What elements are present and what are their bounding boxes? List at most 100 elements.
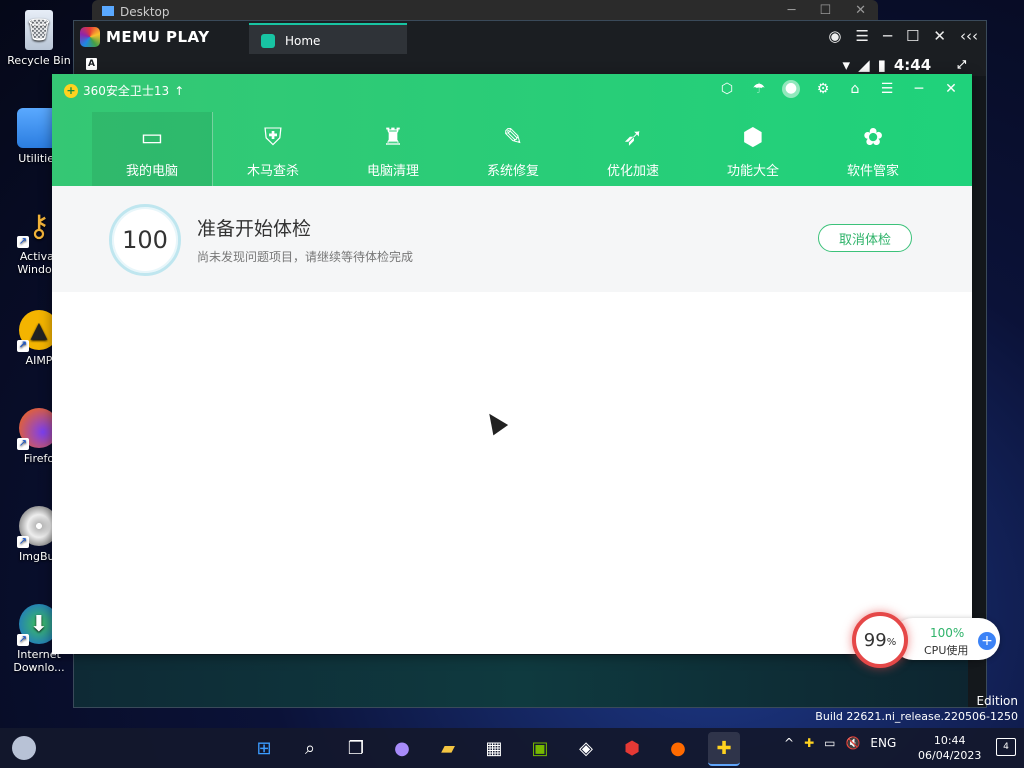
android-status-bar: A ▾ ◢ ▮ 4:44 ⤢ xyxy=(74,54,986,76)
360-security-icon[interactable]: ✚ xyxy=(708,732,740,766)
window-title: Desktop xyxy=(120,5,170,19)
memu-brand: MEMU PLAY xyxy=(106,28,210,46)
search-icon[interactable]: ⌕ xyxy=(294,732,326,764)
taskbar-clock[interactable]: 10:44 06/04/2023 xyxy=(918,733,981,763)
grid-flower-icon: ✿ xyxy=(862,123,884,151)
shortcut-arrow-icon: ↗ xyxy=(17,236,29,248)
close-icon[interactable]: ✕ xyxy=(933,27,946,45)
360-logo-icon: + xyxy=(64,83,78,98)
checkup-subtitle: 尚未发现问题项目，请继续等待体检完成 xyxy=(197,250,414,264)
clock-date: 06/04/2023 xyxy=(918,749,982,762)
nav-label: 功能大全 xyxy=(726,164,779,179)
file-explorer-icon[interactable]: ▰ xyxy=(432,732,464,764)
cube-icon: ⬢ xyxy=(742,123,764,151)
minimize-icon[interactable]: ─ xyxy=(910,81,928,97)
notification-center-icon[interactable]: 4 xyxy=(996,738,1016,756)
app-title: + 360安全卫士13 ↑ xyxy=(64,82,184,99)
rocket-icon: ➶ xyxy=(622,123,644,151)
home-tab-icon xyxy=(261,33,275,48)
upgrade-arrow-icon[interactable]: ↑ xyxy=(174,84,184,98)
shortcut-arrow-icon: ↗ xyxy=(17,438,29,450)
chat-icon[interactable]: ● xyxy=(386,732,418,764)
monitor-icon: ▭ xyxy=(140,123,164,151)
desktop-icon-recycle-bin[interactable]: 🗑 Recycle Bin xyxy=(0,10,78,67)
taskbar: ⊞ ⌕ ❐ ● ▰ ▦ ▣ ◈ ⬢ ● ✚ ^ ✚ ▭ 🔇 ENG 10:44 … xyxy=(0,728,1024,768)
nav-label: 优化加速 xyxy=(606,164,659,179)
wrench-icon: ✎ xyxy=(502,123,524,151)
minimize-icon[interactable]: ─ xyxy=(788,3,796,18)
close-icon[interactable]: ✕ xyxy=(855,3,866,18)
app-360-window[interactable]: + 360安全卫士13 ↑ ⬡ ☂ ● ⚙ ⌂ ☰ ─ ✕ ▭ 我的电脑 ⛨ 木… xyxy=(52,74,972,654)
desktop-icon-label: Recycle Bin xyxy=(7,54,71,67)
health-score: 100 xyxy=(122,226,168,254)
nav-label: 系统修复 xyxy=(486,164,539,179)
skin-icon[interactable]: ⌂ xyxy=(846,81,864,97)
android-wallpaper xyxy=(74,655,968,707)
android-clock: 4:44 xyxy=(893,56,932,74)
clock-time: 10:44 xyxy=(933,734,966,747)
store-icon[interactable]: ▦ xyxy=(478,732,510,764)
nav-label: 我的电脑 xyxy=(125,164,178,179)
maximize-icon[interactable]: ☐ xyxy=(819,3,831,18)
firefox-icon[interactable]: ● xyxy=(662,732,694,764)
nav-cleanup[interactable]: ♜ 电脑清理 xyxy=(333,112,453,186)
settings-icon[interactable]: ⚙ xyxy=(814,81,832,97)
shortcut-arrow-icon: ↗ xyxy=(17,536,29,548)
minimize-icon[interactable]: ─ xyxy=(883,27,892,45)
tab-label: Home xyxy=(285,33,321,48)
weather-icon[interactable] xyxy=(12,736,36,760)
cpu-gauge-unit: % xyxy=(886,636,897,648)
nav-label: 电脑清理 xyxy=(366,164,419,179)
virtualbox-icon[interactable]: ◈ xyxy=(570,732,602,764)
fullscreen-icon[interactable]: ⤢ xyxy=(957,58,966,72)
collapse-sidebar-icon[interactable]: ‹‹‹ xyxy=(960,27,978,45)
nav-label: 软件管家 xyxy=(846,164,899,179)
close-icon[interactable]: ✕ xyxy=(942,81,960,97)
360-tray-icon[interactable]: ✚ xyxy=(804,736,814,750)
nav-trojan-scan[interactable]: ⛨ 木马查杀 xyxy=(213,112,333,186)
cpu-gauge: 99% xyxy=(852,612,908,668)
signal-icon: ◢ xyxy=(858,56,870,74)
build-watermark: Build 22621.ni_release.220506-1250 xyxy=(815,710,1018,723)
background-desktop-window[interactable]: Desktop ─ ☐ ✕ xyxy=(92,0,878,22)
hexagon-bolt-icon[interactable]: ⬡ xyxy=(718,81,736,97)
android-notification-icon: A xyxy=(86,58,97,70)
taskbar-apps: ⊞ ⌕ ❐ ● ▰ ▦ ▣ ◈ ⬢ ● ✚ xyxy=(248,732,740,766)
memu-icon[interactable]: ⬢ xyxy=(616,732,648,764)
cpu-percent: 100% xyxy=(930,626,965,640)
memu-tab-home[interactable]: Home xyxy=(249,23,407,56)
nvidia-icon[interactable]: ▣ xyxy=(524,732,556,764)
menu-icon[interactable]: ☰ xyxy=(878,81,896,97)
user-avatar-icon[interactable]: ● xyxy=(782,80,800,98)
nav-system-repair[interactable]: ✎ 系统修复 xyxy=(453,112,573,186)
language-indicator[interactable]: ENG xyxy=(870,736,896,750)
cpu-usage-widget[interactable]: 99% 100% CPU使用 + xyxy=(852,612,1002,668)
network-icon[interactable]: ▭ xyxy=(824,736,835,750)
add-icon[interactable]: + xyxy=(978,632,996,650)
app-header: + 360安全卫士13 ↑ ⬡ ☂ ● ⚙ ⌂ ☰ ─ ✕ ▭ 我的电脑 ⛨ 木… xyxy=(52,74,972,186)
nav-my-computer[interactable]: ▭ 我的电脑 xyxy=(92,112,213,186)
task-view-icon[interactable]: ❐ xyxy=(340,732,372,764)
main-nav: ▭ 我的电脑 ⛨ 木马查杀 ♜ 电脑清理 ✎ 系统修复 ➶ 优化加速 ⬢ 功能大… xyxy=(92,112,933,186)
nav-features[interactable]: ⬢ 功能大全 xyxy=(693,112,813,186)
memu-logo-icon xyxy=(80,27,100,47)
umbrella-icon[interactable]: ☂ xyxy=(750,81,768,97)
edition-watermark: Edition xyxy=(976,694,1018,708)
app-title-text: 360安全卫士13 xyxy=(83,84,170,98)
cancel-checkup-button[interactable]: 取消体检 xyxy=(818,224,912,252)
nav-optimize[interactable]: ➶ 优化加速 xyxy=(573,112,693,186)
checkup-title: 准备开始体检 xyxy=(197,218,312,240)
recycle-bin-icon: 🗑 xyxy=(25,10,53,50)
shield-bolt-icon: ⛨ xyxy=(264,123,282,151)
health-score-ring: 100 xyxy=(109,204,181,276)
menu-icon[interactable]: ☰ xyxy=(855,27,868,45)
chevron-up-icon[interactable]: ^ xyxy=(784,736,794,750)
account-icon[interactable]: ◉ xyxy=(828,27,841,45)
broom-icon: ♜ xyxy=(382,123,404,151)
cpu-label: CPU使用 xyxy=(924,644,969,657)
start-button-icon[interactable]: ⊞ xyxy=(248,732,280,764)
nav-software-manager[interactable]: ✿ 软件管家 xyxy=(813,112,933,186)
maximize-icon[interactable]: ☐ xyxy=(906,27,919,45)
volume-muted-icon[interactable]: 🔇 xyxy=(845,736,860,750)
system-tray: ^ ✚ ▭ 🔇 ENG xyxy=(784,736,896,750)
